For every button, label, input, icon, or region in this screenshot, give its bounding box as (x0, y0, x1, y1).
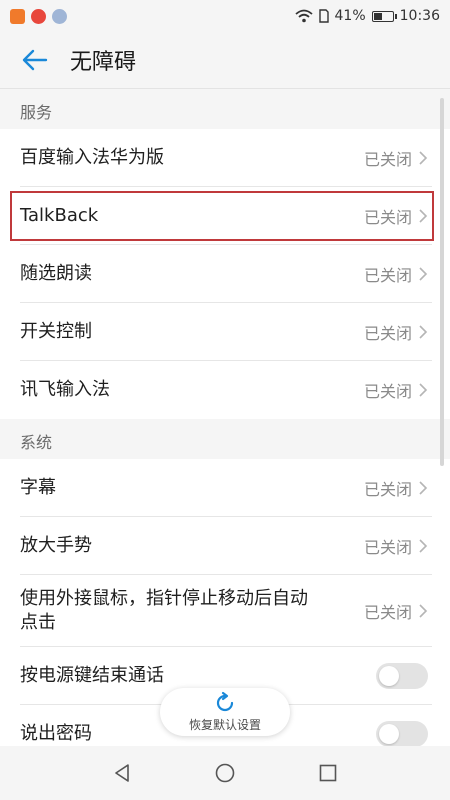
list-item-captions[interactable]: 字幕 已关闭 (0, 459, 450, 517)
status-bar: 41% 10:36 (0, 0, 450, 32)
battery-icon (371, 10, 397, 22)
item-label: 放大手势 (20, 535, 92, 556)
sim-card-icon (318, 9, 329, 23)
chevron-right-icon (419, 151, 428, 165)
app-bar: 无障碍 (0, 32, 450, 88)
music-app-icon (31, 8, 46, 24)
battery-percent: 41% (334, 8, 366, 24)
list-item-select-to-speak[interactable]: 随选朗读 已关闭 (0, 245, 450, 303)
item-status: 已关闭 (363, 538, 412, 557)
media-app-icon (52, 8, 67, 24)
restore-icon (216, 691, 234, 712)
wifi-icon (294, 9, 313, 23)
item-label: 按电源键结束通话 (20, 665, 164, 686)
chevron-right-icon (419, 481, 428, 495)
app-notification-icon (10, 8, 25, 24)
power-ends-call-toggle[interactable] (376, 663, 428, 689)
item-label: 讯飞输入法 (20, 379, 110, 400)
list-item-baidu-input[interactable]: 百度输入法华为版 已关闭 (0, 129, 450, 187)
item-label: 百度输入法华为版 (20, 147, 164, 168)
item-label: TalkBack (20, 205, 99, 226)
list-item-magnification[interactable]: 放大手势 已关闭 (0, 517, 450, 575)
item-status: 已关闭 (363, 266, 412, 285)
list-item-auto-click[interactable]: 使用外接鼠标，指针停止移动后自动点击 已关闭 (0, 575, 450, 647)
restore-defaults-button[interactable]: 恢复默认设置 (160, 688, 290, 736)
services-list: 百度输入法华为版 已关闭 TalkBack 已关闭 随选朗读 已关闭 开关控制 … (0, 129, 450, 419)
item-status: 已关闭 (363, 480, 412, 499)
chevron-right-icon (419, 383, 428, 397)
item-label: 随选朗读 (20, 263, 92, 284)
clock: 10:36 (399, 8, 440, 24)
item-label: 使用外接鼠标，指针停止移动后自动点击 (20, 588, 308, 633)
chevron-right-icon (419, 267, 428, 281)
chevron-right-icon (419, 209, 428, 223)
item-label: 开关控制 (20, 321, 92, 342)
item-status: 已关闭 (363, 324, 412, 343)
section-header-services: 服务 (0, 89, 450, 129)
list-item-iflytek-input[interactable]: 讯飞输入法 已关闭 (0, 361, 450, 419)
notification-icons (10, 8, 67, 24)
section-header-system: 系统 (0, 419, 450, 459)
nav-back-icon[interactable] (111, 762, 133, 784)
restore-defaults-label: 恢复默认设置 (188, 718, 261, 732)
nav-home-icon[interactable] (214, 762, 236, 784)
back-button[interactable] (0, 32, 70, 88)
item-label: 字幕 (20, 477, 56, 498)
list-item-talkback[interactable]: TalkBack 已关闭 (0, 187, 450, 245)
chevron-right-icon (419, 539, 428, 553)
settings-list: 服务 百度输入法华为版 已关闭 TalkBack 已关闭 随选朗读 已关闭 开关… (0, 89, 450, 763)
chevron-right-icon (419, 325, 428, 339)
list-item-switch-access[interactable]: 开关控制 已关闭 (0, 303, 450, 361)
nav-recents-icon[interactable] (317, 762, 339, 784)
item-status: 已关闭 (363, 208, 412, 227)
item-status: 已关闭 (363, 603, 412, 622)
speak-passwords-toggle[interactable] (376, 721, 428, 747)
item-status: 已关闭 (363, 382, 412, 401)
chevron-right-icon (419, 604, 428, 618)
scrollbar[interactable] (440, 98, 444, 466)
back-arrow-icon (22, 49, 48, 71)
item-status: 已关闭 (363, 150, 412, 169)
page-title: 无障碍 (70, 50, 137, 75)
system-navigation-bar (0, 746, 450, 800)
item-label: 说出密码 (20, 723, 92, 744)
